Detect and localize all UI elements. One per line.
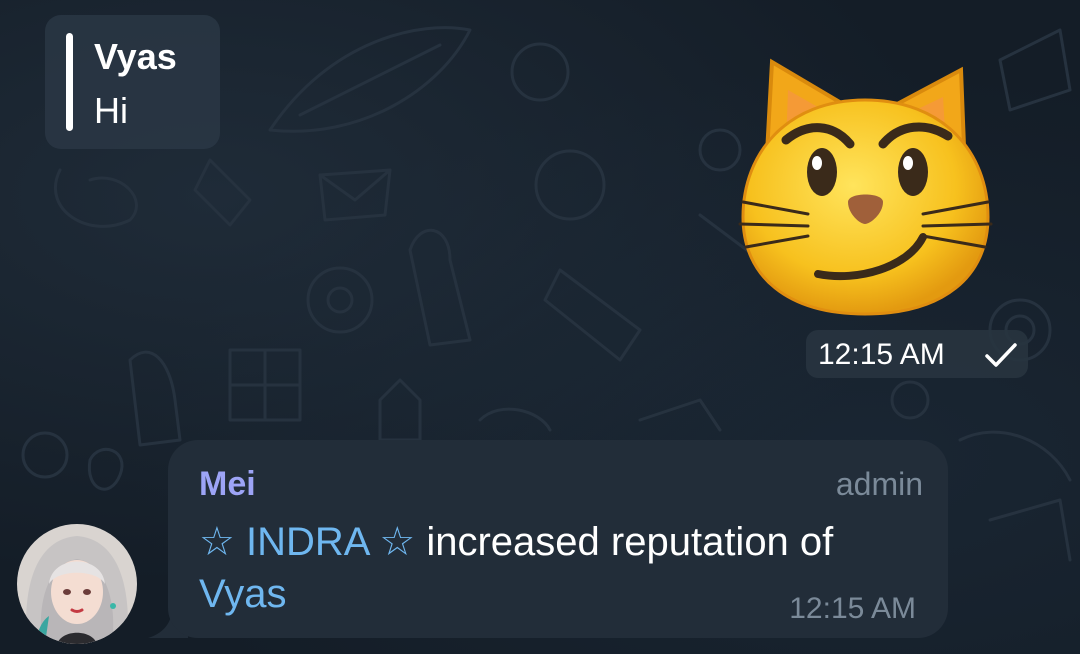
star-icon: ☆: [199, 520, 235, 564]
sticker-timestamp: 12:15 AM: [806, 330, 1028, 378]
avatar[interactable]: [17, 524, 137, 644]
star-icon: ☆: [379, 520, 416, 564]
message-time: 12:15 AM: [789, 592, 916, 625]
smirking-cat-icon[interactable]: [738, 52, 993, 322]
message-body: increased reputation of: [426, 520, 834, 564]
mention-link[interactable]: Vyas: [199, 572, 286, 616]
reply-quote-bar: [66, 33, 73, 131]
sender-name[interactable]: Mei: [199, 464, 256, 504]
reply-author: Vyas: [94, 36, 177, 77]
reply-text: Hi: [94, 90, 128, 131]
check-icon: [985, 343, 1017, 367]
sticker-time: 12:15 AM: [818, 338, 945, 371]
message-bubble[interactable]: Mei admin ☆ INDRA ☆ increased reputation…: [168, 440, 948, 638]
reply-quote[interactable]: Vyas Hi: [45, 15, 220, 149]
avatar-image: [17, 524, 137, 644]
role-badge: admin: [835, 466, 923, 502]
sender-title: INDRA: [245, 520, 369, 564]
